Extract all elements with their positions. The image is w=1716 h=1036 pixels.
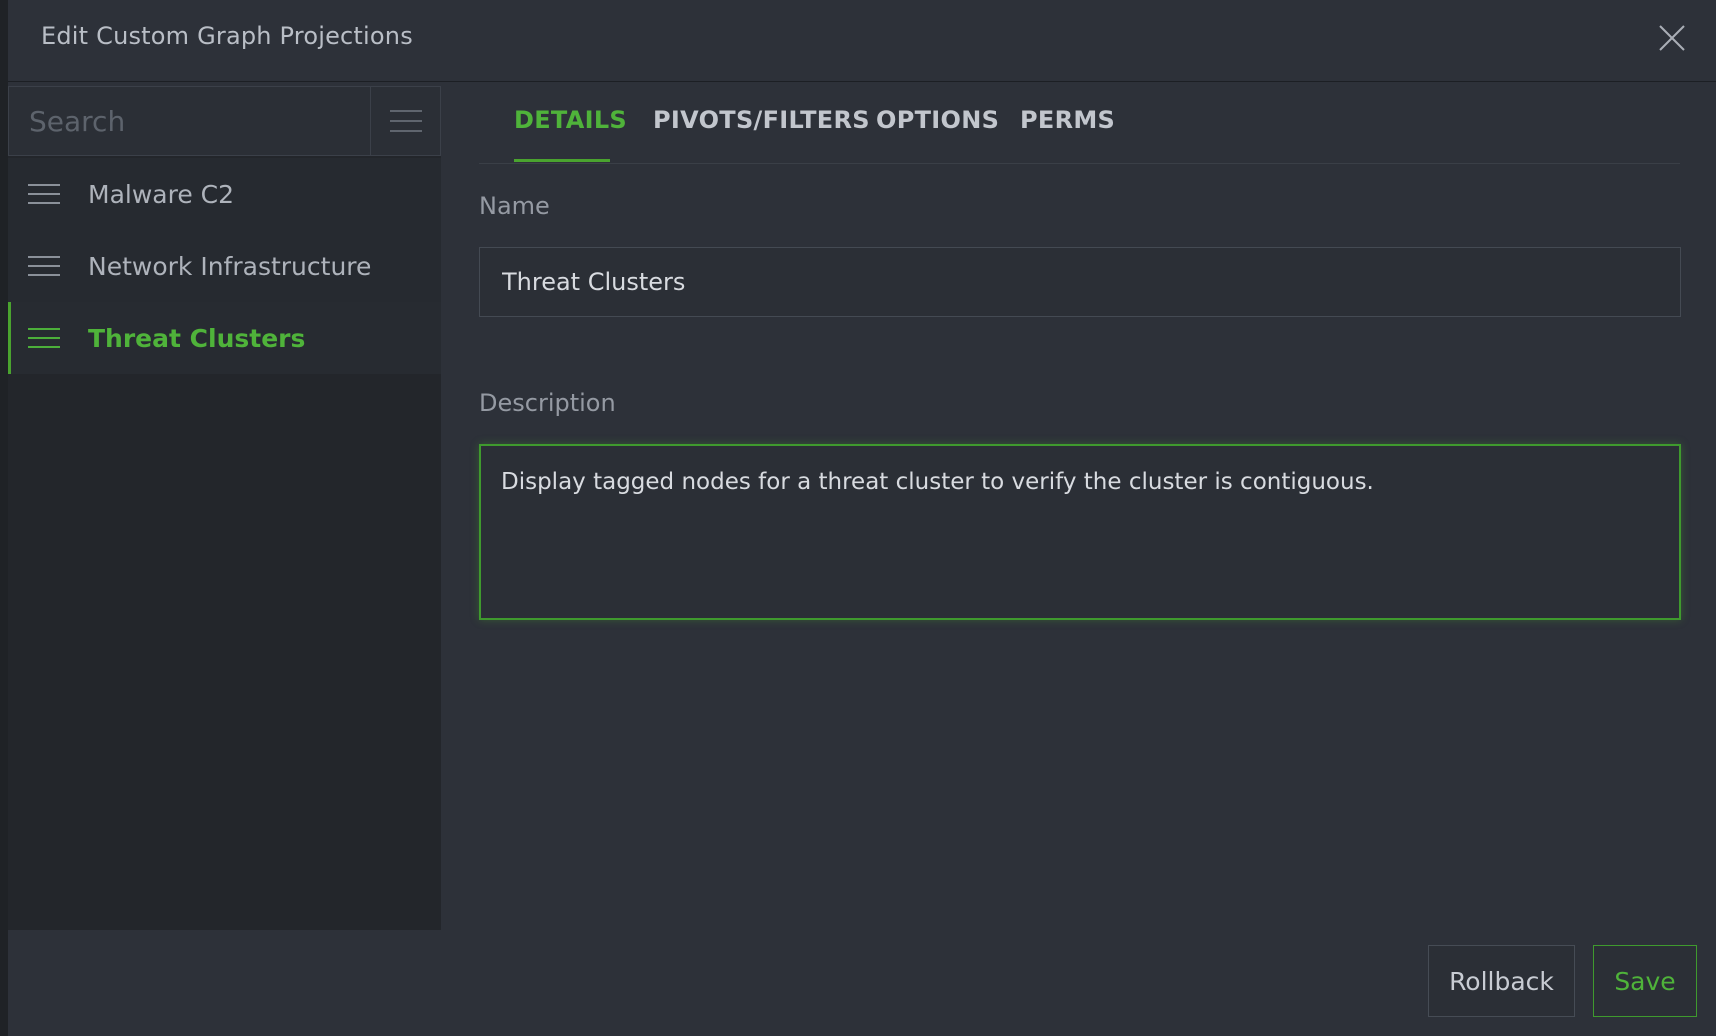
active-tab-indicator xyxy=(514,159,610,162)
edit-projections-dialog: Edit Custom Graph Projections Malware C2… xyxy=(8,0,1716,1036)
rollback-button[interactable]: Rollback xyxy=(1428,945,1575,1017)
dialog-title: Edit Custom Graph Projections xyxy=(41,22,413,50)
search-menu-button[interactable] xyxy=(370,87,440,155)
menu-icon xyxy=(389,102,422,140)
tab-options[interactable]: OPTIONS xyxy=(876,106,999,134)
tab-details[interactable]: DETAILS xyxy=(514,106,627,134)
name-field[interactable] xyxy=(479,247,1681,317)
drag-handle-icon[interactable] xyxy=(28,249,60,283)
search-input[interactable] xyxy=(9,87,369,155)
tab-bar: DETAILS PIVOTS/FILTERS OPTIONS PERMS xyxy=(479,86,1680,164)
sidebar-item-threat-clusters[interactable]: Threat Clusters xyxy=(8,302,441,374)
dialog-titlebar: Edit Custom Graph Projections xyxy=(8,0,1716,82)
description-field[interactable]: Display tagged nodes for a threat cluste… xyxy=(479,444,1681,620)
projection-sidebar: Malware C2 Network Infrastructure Threat… xyxy=(8,86,441,930)
save-button[interactable]: Save xyxy=(1593,945,1697,1017)
description-label: Description xyxy=(479,389,616,417)
sidebar-item-label: Network Infrastructure xyxy=(88,251,372,281)
tab-perms[interactable]: PERMS xyxy=(1020,106,1115,134)
close-icon[interactable] xyxy=(1657,23,1687,53)
sidebar-item-network-infrastructure[interactable]: Network Infrastructure xyxy=(8,230,441,302)
sidebar-item-malware-c2[interactable]: Malware C2 xyxy=(8,158,441,230)
search-row xyxy=(8,86,441,156)
tab-pivots-filters[interactable]: PIVOTS/FILTERS xyxy=(653,106,870,134)
name-label: Name xyxy=(479,192,550,220)
sidebar-item-label: Malware C2 xyxy=(88,179,235,209)
drag-handle-icon[interactable] xyxy=(28,321,60,355)
sidebar-item-label: Threat Clusters xyxy=(88,323,306,353)
drag-handle-icon[interactable] xyxy=(28,177,60,211)
